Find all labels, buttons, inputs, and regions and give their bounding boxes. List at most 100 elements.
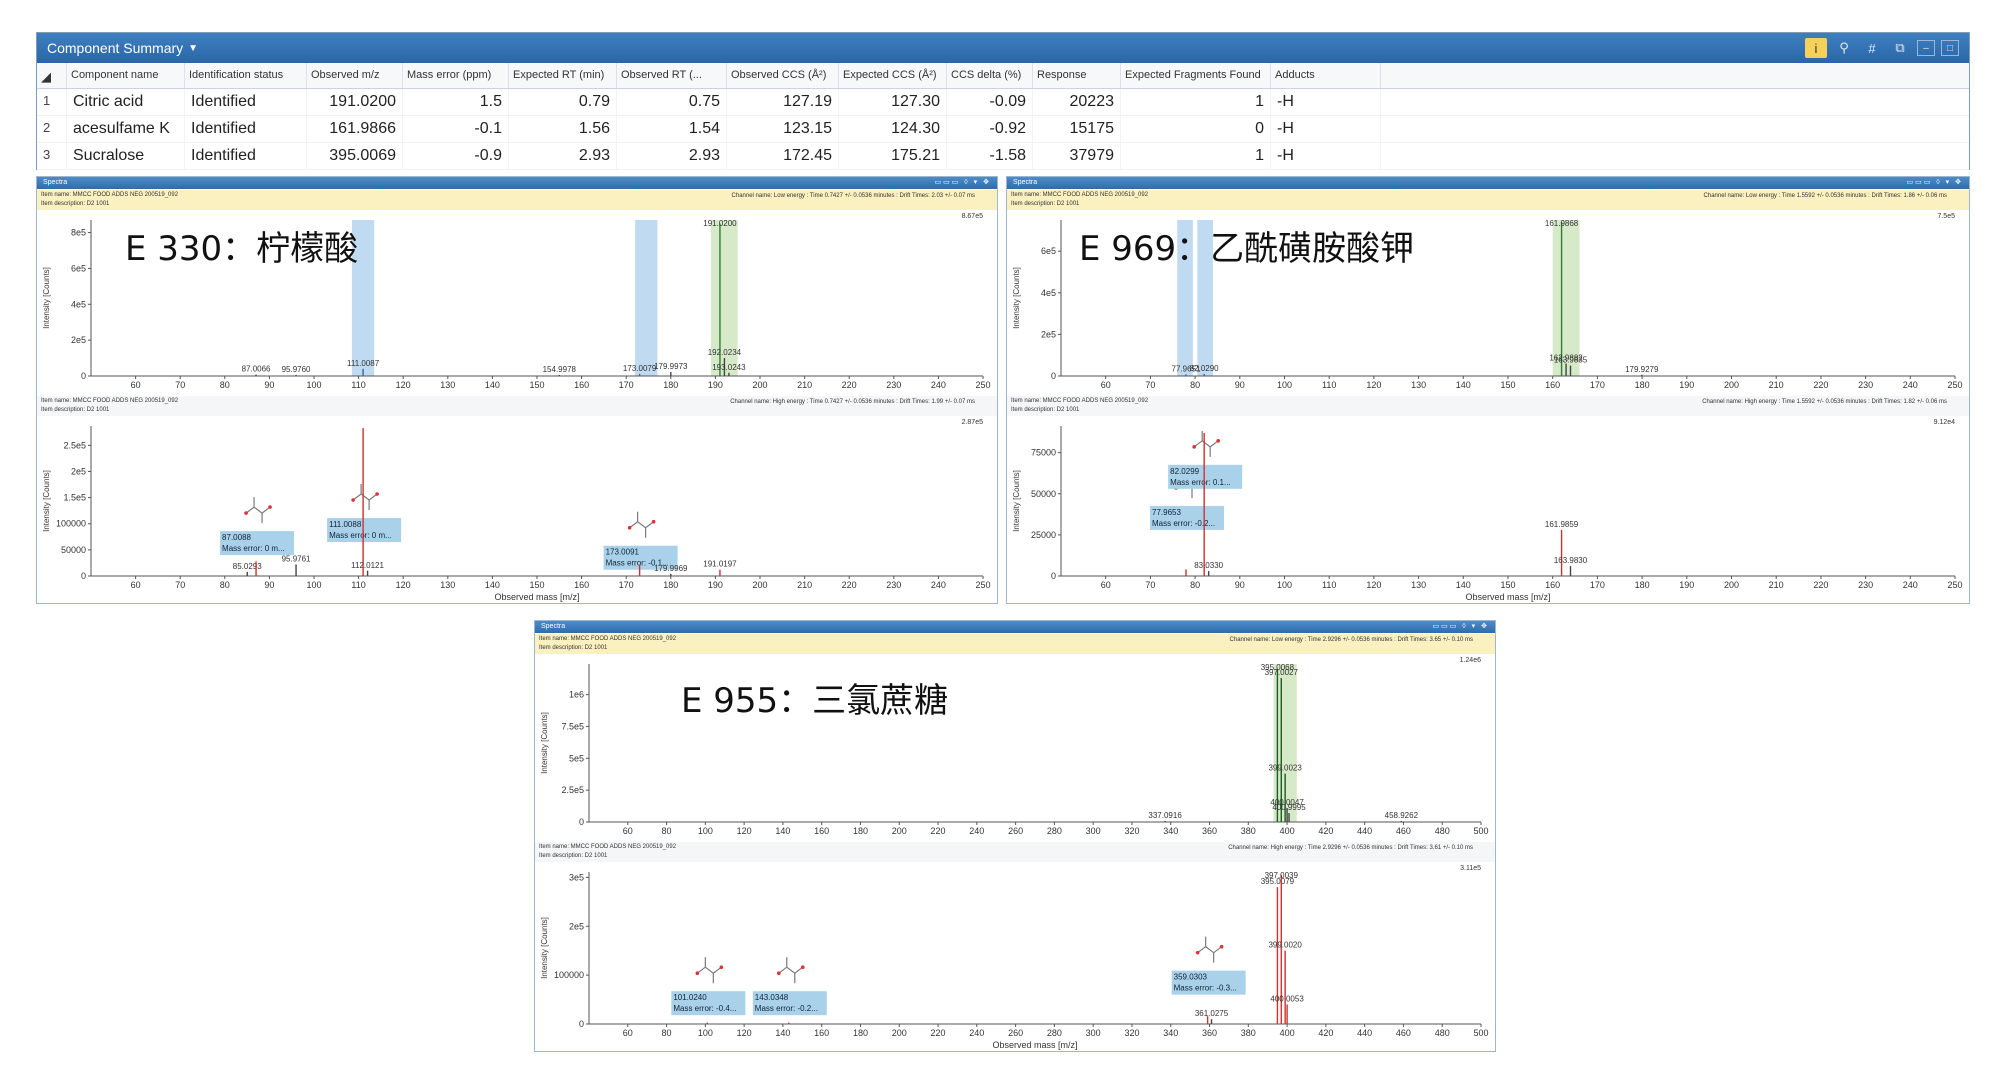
x-tick-label: 110 [351,380,365,390]
peak-label: 163.9835 [1554,356,1588,365]
spectrum-titlebar[interactable]: Spectra ▭▭▭ ◊ ▾ ✥ [535,621,1495,633]
x-tick-label: 230 [886,380,901,390]
y-tick-label: 3e5 [569,872,584,882]
column-header[interactable]: Response [1033,63,1121,88]
fragment-annotation[interactable]: 87.0088 Mass error: 0 m... [220,497,295,556]
spectrum-title[interactable]: Spectra [541,621,565,633]
info-icon[interactable]: i [1805,38,1827,58]
x-tick-label: 90 [1235,380,1245,390]
spectrum-plot[interactable]: 2.87e5 60 70 80 90 100 110 120 130 140 150 160 170 18… [37,416,995,604]
x-tick-label: 280 [1047,826,1062,836]
corner-icon[interactable]: ◢ [37,63,67,88]
table-row[interactable]: 1 Citric acid Identified 191.0200 1.5 0.79 0.7… [37,89,1969,116]
x-tick-label: 190 [708,580,723,590]
peak-label: 161.9868 [1545,219,1579,228]
table-cell: 0.75 [617,89,727,115]
column-header[interactable]: Observed m/z [307,63,403,88]
fragment-annotation[interactable]: 111.0088 Mass error: 0 m... [327,484,402,543]
chevron-down-icon[interactable]: ▼ [188,43,198,54]
spectrum-titlebar[interactable]: Spectra ▭▭▭ ◊ ▾ ✥ [1007,177,1969,189]
x-tick-label: 180 [663,380,678,390]
spectrum-panel-sucralose: Spectra ▭▭▭ ◊ ▾ ✥ Item name: MMCC FOOD A… [534,620,1496,1052]
component-summary-titlebar[interactable]: Component Summary ▼ i ⚲ # ⧉ – □ [37,33,1969,63]
y-tick-label: 0 [579,817,584,827]
molecule-structure-icon [351,484,379,511]
spectrum-toolbar-icons[interactable]: ▭▭▭ ◊ ▾ ✥ [1432,621,1495,633]
table-row[interactable]: 2 acesulfame K Identified 161.9866 -0.1 1.56 1… [37,116,1969,143]
component-summary-title[interactable]: Component Summary [47,40,183,56]
table-cell: 123.15 [727,116,839,142]
x-tick-label: 170 [1590,580,1605,590]
spectrum-plot[interactable]: 3.11e5 60 80 100 120 140 160 180 200 220 240 260 280… [535,862,1493,1052]
column-header[interactable]: CCS delta (%) [947,63,1033,88]
column-header[interactable]: Expected Fragments Found [1121,63,1271,88]
intensity-scale: 8.67e5 [962,213,984,220]
x-tick-label: 220 [931,1028,946,1038]
column-header[interactable]: Expected CCS (Å²) [839,63,947,88]
high-energy-spectrum: Item name: MMCC FOOD ADDS NEG 200519_092… [37,396,997,604]
x-tick-label: 180 [663,580,678,590]
fragment-annotation[interactable]: 82.0299 Mass error: 0.1... [1168,430,1243,489]
y-tick-label: 2e5 [1041,329,1056,339]
x-tick-label: 70 [175,580,185,590]
x-tick-label: 60 [623,826,633,836]
x-tick-label: 160 [1545,580,1560,590]
spectrum-toolbar-icons[interactable]: ▭▭▭ ◊ ▾ ✥ [1906,177,1969,189]
y-tick-label: 0 [1051,371,1056,381]
peak-label: 193.0243 [712,363,746,372]
x-tick-label: 110 [351,580,365,590]
x-tick-label: 60 [131,380,141,390]
fragment-mass-error: Mass error: 0 m... [329,531,392,540]
x-tick-label: 210 [1769,580,1784,590]
spectrum-plot[interactable]: 1.24e6 60 80 100 120 140 160 180 200 220 240 260 280… [535,654,1493,842]
table-cell: 395.0069 [307,143,403,169]
table-cell: 20223 [1033,89,1121,115]
molecule-icon[interactable]: ⚲ [1833,38,1855,58]
column-header[interactable]: Expected RT (min) [509,63,617,88]
table-cell: -H [1271,89,1381,115]
column-header[interactable]: Mass error (ppm) [403,63,509,88]
x-tick-label: 300 [1086,826,1101,836]
table-cell: 1.5 [403,89,509,115]
x-tick-label: 500 [1473,1028,1488,1038]
x-tick-label: 150 [529,380,544,390]
fragment-mass: 77.9653 [1152,508,1181,517]
fragment-annotation[interactable]: 173.0091Mass error: -0.1... [603,511,678,570]
channel-name: Channel name: High energy : Time 2.9296 … [1228,845,1473,851]
x-tick-label: 90 [264,580,274,590]
y-tick-label: 4e5 [71,299,86,309]
column-header[interactable]: Observed CCS (Å²) [727,63,839,88]
peak-label: 87.0066 [242,365,271,374]
minimize-icon[interactable]: – [1917,40,1935,56]
x-tick-label: 180 [1635,380,1650,390]
x-tick-label: 360 [1202,1028,1217,1038]
column-header[interactable]: Adducts [1271,63,1381,88]
hash-icon[interactable]: # [1861,38,1883,58]
x-tick-label: 130 [440,580,455,590]
spectrum-toolbar-icons[interactable]: ▭▭▭ ◊ ▾ ✥ [934,177,997,189]
copy-icon[interactable]: ⧉ [1889,38,1911,58]
fragment-annotation[interactable]: 143.0348 Mass error: -0.2... [752,957,827,1016]
spectrum-title[interactable]: Spectra [43,177,67,189]
x-tick-label: 220 [842,380,857,390]
x-tick-label: 170 [619,580,634,590]
spectrum-title[interactable]: Spectra [1013,177,1037,189]
x-tick-label: 200 [892,1028,907,1038]
maximize-icon[interactable]: □ [1941,40,1959,56]
x-tick-label: 120 [396,580,411,590]
column-header[interactable]: Identification status [185,63,307,88]
fragment-annotation[interactable]: 359.0303 Mass error: -0.3... [1171,936,1246,995]
spectrum-titlebar[interactable]: Spectra ▭▭▭ ◊ ▾ ✥ [37,177,997,189]
molecule-structure-icon [1192,430,1220,457]
table-cell: 15175 [1033,116,1121,142]
spectrum-plot[interactable]: 9.12e4 60 70 80 90 100 110 120 130 140 150 160 170 18… [1007,416,1967,604]
table-row[interactable]: 3 Sucralose Identified 395.0069 -0.9 2.93 2.93… [37,143,1969,170]
column-header[interactable]: Component name [67,63,185,88]
table-cell: -0.92 [947,116,1033,142]
x-tick-label: 150 [1500,380,1515,390]
column-header[interactable]: Observed RT (... [617,63,727,88]
intensity-scale: 7.5e5 [1937,213,1955,220]
fragment-annotation[interactable]: 101.0240 Mass error: -0.4... [671,957,746,1016]
x-tick-label: 60 [1101,380,1111,390]
table-cell: 1 [1121,89,1271,115]
